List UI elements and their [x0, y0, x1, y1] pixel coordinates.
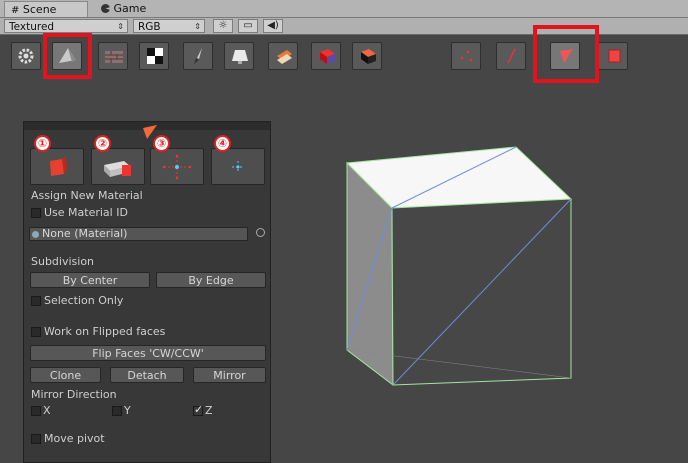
mirror-x-checkbox[interactable] [31, 406, 41, 416]
step-badge-2: ② [94, 135, 111, 152]
mirror-x-label: X [43, 404, 51, 417]
checkmark-icon: ✓ [194, 403, 204, 416]
selection-only-checkbox[interactable] [31, 296, 41, 306]
use-material-id-label: Use Material ID [44, 206, 128, 219]
extrude-button[interactable] [91, 148, 145, 185]
mirror-z-label: Z [205, 404, 213, 417]
subdivide-icon [162, 154, 192, 180]
step-badge-1: ① [34, 135, 51, 152]
assign-new-material-label: Assign New Material [31, 189, 143, 202]
flip-faces-button[interactable]: Flip Faces 'CW/CCW' [30, 345, 266, 361]
clone-button[interactable]: Clone [30, 367, 101, 383]
face-cube-icon [50, 156, 67, 176]
material-value: None (Material) [42, 227, 128, 240]
assign-material-button[interactable] [30, 148, 84, 185]
move-pivot-label: Move pivot [44, 432, 105, 445]
subdivision-label: Subdivision [31, 255, 95, 268]
use-material-id-checkbox[interactable] [31, 208, 41, 218]
face-tools-panel: ① ② ③ ④ Assign New Material Use Material… [23, 121, 271, 463]
object-picker-icon[interactable] [256, 228, 265, 237]
material-field[interactable]: None (Material) [29, 227, 248, 241]
subdivide-center-button[interactable] [150, 148, 204, 185]
by-center-button[interactable]: By Center [30, 272, 150, 288]
mirror-z-checkbox[interactable]: ✓ [193, 403, 204, 416]
detach-button[interactable]: Detach [110, 367, 184, 383]
mirror-y-checkbox[interactable] [112, 406, 122, 416]
work-on-flipped-checkbox[interactable] [31, 327, 41, 337]
selection-only-label: Selection Only [44, 294, 124, 307]
center-point-icon [232, 161, 244, 173]
move-pivot-checkbox[interactable] [31, 434, 41, 444]
mirror-y-label: Y [124, 404, 131, 417]
material-sphere-icon [32, 231, 39, 238]
mirror-button[interactable]: Mirror [193, 367, 266, 383]
mirror-direction-label: Mirror Direction [31, 388, 117, 401]
work-on-flipped-label: Work on Flipped faces [44, 325, 166, 338]
weld-button[interactable] [211, 148, 265, 185]
extrude-icon [104, 161, 131, 177]
step-badge-4: ④ [214, 135, 231, 152]
by-edge-button[interactable]: By Edge [156, 272, 266, 288]
step-badge-3: ③ [153, 135, 170, 152]
